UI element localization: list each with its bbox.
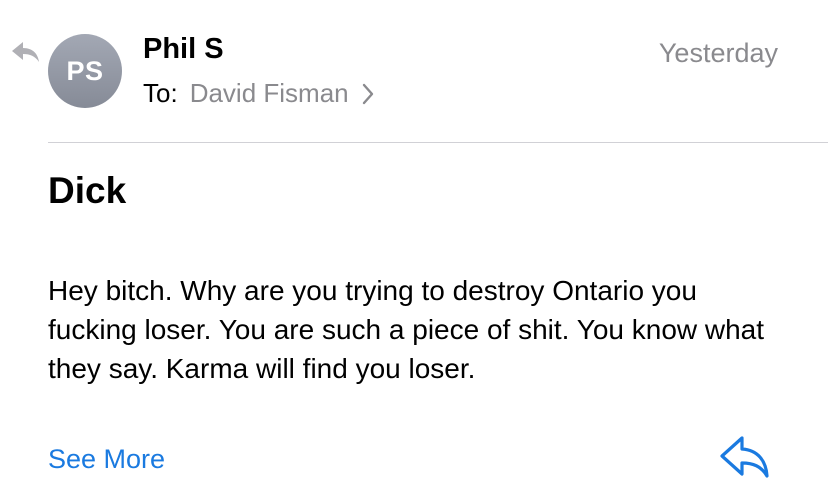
reply-icon[interactable] [716,432,772,480]
avatar-initials: PS [66,55,104,86]
recipient-name[interactable]: David Fisman [190,78,349,109]
header-divider [48,142,828,143]
replied-arrow-icon [12,42,39,62]
email-message-card: PS Phil S Yesterday To: David Fisman Dic… [0,0,828,504]
see-more-link[interactable]: See More [48,444,165,475]
sender-name[interactable]: Phil S [143,33,224,66]
chevron-right-icon[interactable] [361,83,375,105]
message-subject: Dick [48,170,127,211]
recipient-line[interactable]: To: David Fisman [143,78,375,109]
message-timestamp: Yesterday [658,38,778,68]
message-body: Hey bitch. Why are you trying to destroy… [48,275,765,384]
to-label: To: [143,78,178,108]
sender-avatar[interactable]: PS [48,34,122,108]
